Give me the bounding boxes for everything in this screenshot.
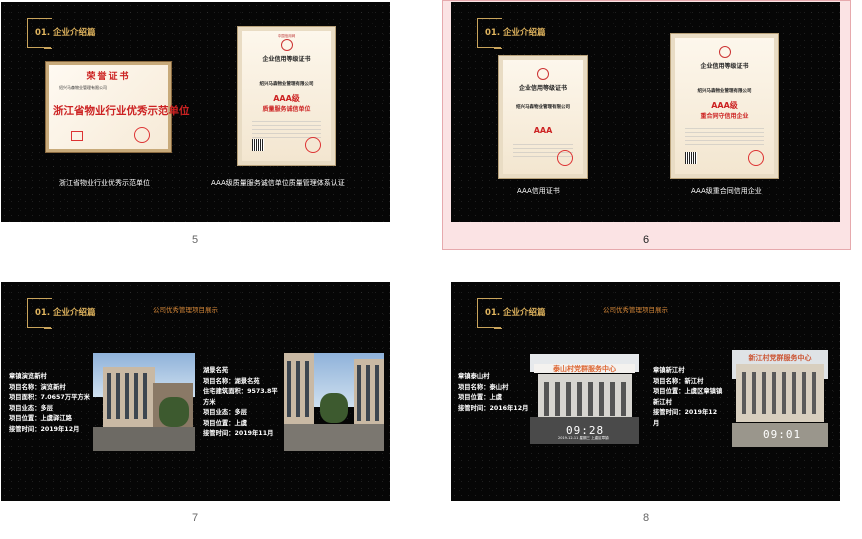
certificate-title: 企业信用等级证书 — [700, 63, 749, 70]
credit-certificate: 中国信用网 企业信用等级证书 绍兴马森物业管理有限公司 AAA级 质量服务诚信单… — [238, 27, 335, 165]
projects-header: 公司优秀管理项目展示 — [603, 306, 668, 314]
slide-number-6: 6 — [642, 234, 650, 246]
slide-thumbnail-8[interactable]: 01. 企业介绍篇 公司优秀管理项目展示 章镇泰山村 项目名称：泰山村 项目位置… — [451, 282, 840, 501]
project-photo-yanlan — [93, 353, 195, 451]
certificate-rating: AAA级 — [273, 94, 300, 103]
qr-code-icon — [252, 139, 264, 151]
certificate-company: 绍兴马森物业管理有限公司 — [59, 85, 107, 90]
section-title: 01. 企业介绍篇 — [485, 28, 546, 38]
honor-certificate: 荣誉证书 绍兴马森物业管理有限公司 浙江省物业行业优秀示范单位 — [46, 62, 190, 152]
contract-credit-certificate: 企业信用等级证书 绍兴马森物业管理有限公司 AAA级 重合同守信用企业 — [671, 34, 778, 178]
seal-icon — [71, 131, 83, 141]
project-info-yanlan: 章镇演览新村 项目名称：演览新村 项目面积：7.0657万平方米 项目业态：多层… — [9, 373, 90, 433]
project-info-taishan: 章镇泰山村 项目名称：泰山村 项目位置：上虞 接管时间：2016年12月 — [458, 373, 529, 412]
logo-icon — [280, 39, 293, 51]
caption-right: AAA级重合同信用企业 — [691, 187, 762, 195]
photo-time: 09:01 — [763, 428, 802, 441]
caption-left: AAA信用证书 — [517, 187, 560, 195]
slide-thumbnail-6[interactable]: 01. 企业介绍篇 企业信用等级证书 绍兴马森物业管理有限公司 AAA 企业信用… — [451, 2, 840, 222]
photo-banner: 新江村党群服务中心 — [748, 354, 812, 362]
caption-right: AAA级质量服务诚信单位质量管理体系认证 — [211, 179, 345, 187]
certificate-rating: AAA级 — [711, 101, 738, 110]
slide-number-5: 5 — [191, 234, 199, 246]
certificate-company: 绍兴马森物业管理有限公司 — [259, 82, 314, 87]
photo-banner: 泰山村党群服务中心 — [534, 364, 635, 373]
slide-thumbnail-5[interactable]: 01. 企业介绍篇 荣誉证书 绍兴马森物业管理有限公司 浙江省物业行业优秀示范单… — [1, 2, 390, 222]
certificate-grade: 重合同守信用企业 — [700, 113, 749, 120]
slide-number-7: 7 — [191, 512, 199, 524]
certificate-company: 绍兴马森物业管理有限公司 — [697, 89, 752, 94]
certificate-title: 荣誉证书 — [86, 72, 131, 82]
certificate-text-lines — [685, 128, 764, 148]
project-photo-taishan: 泰山村党群服务中心 09:28 2019-12-11 星期三 上虞区章镇 — [530, 354, 639, 444]
project-info-xinjiang: 章镇新江村 项目名称：新江村 项目位置：上虞区章镇镇 新江村 接管时间：2019… — [653, 367, 723, 427]
photo-date: 2019-12-11 星期三 上虞区章镇 — [558, 436, 609, 440]
stamp-icon — [305, 137, 321, 153]
logo-icon — [718, 46, 731, 58]
project-info-hujing: 湖景名苑 项目名称：湖景名苑 住宅建筑面积：9573.8平 方米 项目业态：多层… — [203, 367, 278, 437]
qr-code-icon — [685, 152, 697, 164]
certificate-title: 企业信用等级证书 — [262, 56, 311, 63]
certificate-company: 绍兴马森物业管理有限公司 — [516, 105, 570, 110]
logo-icon — [537, 68, 549, 80]
certificate-title: 企业信用等级证书 — [518, 85, 567, 92]
project-photo-hujing — [284, 353, 384, 451]
stamp-icon — [134, 127, 150, 143]
slide-number-8: 8 — [642, 512, 650, 524]
section-title: 01. 企业介绍篇 — [485, 308, 546, 318]
project-photo-xinjiang: 新江村党群服务中心 09:01 — [732, 350, 828, 447]
certificate-award: 浙江省物业行业优秀示范单位 — [53, 105, 190, 117]
aaa-credit-certificate: 企业信用等级证书 绍兴马森物业管理有限公司 AAA — [499, 56, 587, 178]
caption-left: 浙江省物业行业优秀示范单位 — [59, 179, 150, 187]
slide-thumbnail-7[interactable]: 01. 企业介绍篇 公司优秀管理项目展示 章镇演览新村 项目名称：演览新村 项目… — [1, 282, 390, 501]
certificate-rating: AAA — [533, 126, 553, 135]
projects-header: 公司优秀管理项目展示 — [153, 306, 218, 314]
stamp-icon — [557, 150, 573, 166]
certificate-grade: 质量服务诚信单位 — [262, 106, 311, 113]
stamp-icon — [748, 150, 764, 166]
section-title: 01. 企业介绍篇 — [35, 308, 96, 318]
section-title: 01. 企业介绍篇 — [35, 28, 96, 38]
